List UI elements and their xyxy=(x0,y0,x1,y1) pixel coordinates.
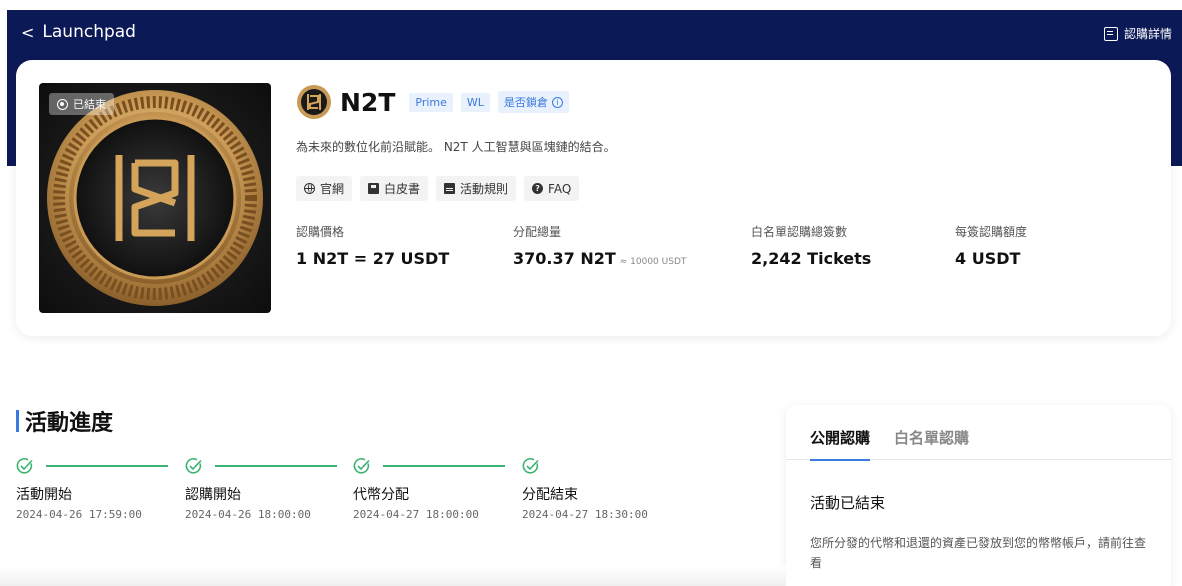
step-label: 認購開始 xyxy=(185,487,241,503)
check-circle-icon xyxy=(522,458,539,474)
token-header: N2T Prime WL 是否鎖倉 i xyxy=(296,84,569,120)
faq-link[interactable]: ? FAQ xyxy=(524,176,580,201)
step-time: 2024-04-26 17:59:00 xyxy=(16,508,142,521)
check-circle-icon xyxy=(16,458,33,474)
stat-label: 認購價格 xyxy=(296,225,345,239)
whitepaper-icon xyxy=(368,183,380,194)
token-name: N2T xyxy=(340,87,396,117)
back-button[interactable]: < Launchpad xyxy=(21,22,136,42)
project-links: 官網 白皮書 活動規則 ? FAQ xyxy=(296,176,580,201)
step-label: 代幣分配 xyxy=(353,487,409,503)
stat-value: 1 N2T = 27 USDT xyxy=(296,249,450,268)
link-label: 活動規則 xyxy=(460,182,509,196)
rules-link[interactable]: 活動規則 xyxy=(436,176,517,201)
stat-total-allocation: 分配總量 370.37 N2T ≈ 10000 USDT xyxy=(513,223,686,268)
document-icon xyxy=(1103,26,1118,41)
whitepaper-link[interactable]: 白皮書 xyxy=(360,176,429,201)
chevron-left-icon: < xyxy=(21,22,35,42)
tag-wl: WL xyxy=(460,92,490,112)
step-time: 2024-04-27 18:00:00 xyxy=(353,508,479,521)
timeline-connector xyxy=(215,465,337,467)
tab-public-subscription[interactable]: 公開認購 xyxy=(810,427,871,461)
step-time: 2024-04-27 18:30:00 xyxy=(522,508,648,521)
official-site-link[interactable]: 官網 xyxy=(296,176,353,201)
stat-label: 分配總量 xyxy=(513,225,562,239)
progress-section-title: 活動進度 xyxy=(16,405,113,437)
bottom-fade xyxy=(0,566,786,586)
token-logo-icon xyxy=(297,85,331,119)
globe-icon xyxy=(304,183,315,194)
lock-tag[interactable]: 是否鎖倉 i xyxy=(497,91,569,113)
check-circle-icon xyxy=(185,458,202,474)
timeline-step: 活動開始 2024-04-26 17:59:00 xyxy=(16,456,186,521)
subscription-tabs: 公開認購 白名單認購 xyxy=(786,405,1171,461)
step-label: 活動開始 xyxy=(16,487,72,503)
stat-value: 2,242 Tickets xyxy=(751,249,872,268)
stat-value: 370.37 N2T ≈ 10000 USDT xyxy=(513,249,686,268)
stat-per-ticket-amount: 每簽認購額度 4 USDT xyxy=(955,223,1027,268)
tag-prime: Prime xyxy=(409,92,453,112)
status-badge: 已結束 xyxy=(49,93,114,115)
faq-icon: ? xyxy=(532,183,544,194)
stat-label: 白名單認購總簽數 xyxy=(751,225,848,239)
details-label: 認購詳情 xyxy=(1123,27,1172,41)
progress-title: 活動進度 xyxy=(25,411,114,436)
timeline-step: 代幣分配 2024-04-27 18:00:00 xyxy=(353,456,523,521)
project-description: 為未來的數位化前沿賦能。 N2T 人工智慧與區塊鏈的結合。 xyxy=(296,140,616,154)
project-card: 已結束 N2T Prime WL 是否鎖倉 i 為未來的數位化前沿賦能。 N2T… xyxy=(16,60,1171,336)
timeline-connector xyxy=(383,465,505,467)
timeline-step: 認購開始 2024-04-26 18:00:00 xyxy=(185,456,355,521)
subscription-details-link[interactable]: 認購詳情 xyxy=(1103,25,1172,42)
subscription-status: 活動已結束 xyxy=(810,494,886,512)
timeline-connector xyxy=(46,465,168,467)
title-accent-bar xyxy=(16,410,19,432)
link-label: FAQ xyxy=(548,181,572,196)
link-label: 白皮書 xyxy=(384,182,421,196)
stat-value-main: 370.37 N2T xyxy=(513,249,616,268)
info-icon: i xyxy=(551,96,563,108)
check-circle-icon xyxy=(353,458,370,474)
record-icon xyxy=(57,98,68,110)
stat-whitelist-tickets: 白名單認購總簽數 2,242 Tickets xyxy=(751,223,871,268)
project-image: 已結束 xyxy=(39,83,271,313)
step-time: 2024-04-26 18:00:00 xyxy=(185,508,311,521)
stat-price: 認購價格 1 N2T = 27 USDT xyxy=(296,223,449,268)
launchpad-page: < Launchpad 認購詳情 已結束 N2T Prime WL 是否鎖倉 i… xyxy=(0,0,1182,586)
stat-value-sub: ≈ 10000 USDT xyxy=(619,257,687,267)
step-label: 分配結束 xyxy=(522,487,578,503)
document-icon xyxy=(444,183,456,194)
subscription-note: 您所分發的代幣和退還的資產已發放到您的幣幣帳戶，請前往查看 xyxy=(810,536,1147,570)
lock-tag-label: 是否鎖倉 xyxy=(503,96,548,109)
stat-label: 每簽認購額度 xyxy=(955,225,1028,239)
status-badge-label: 已結束 xyxy=(73,98,106,111)
coin-emblem-icon xyxy=(47,90,263,306)
link-label: 官網 xyxy=(320,182,345,196)
stat-value: 4 USDT xyxy=(955,249,1021,268)
tab-whitelist-subscription[interactable]: 白名單認購 xyxy=(894,427,969,459)
subscription-card: 公開認購 白名單認購 活動已結束 您所分發的代幣和退還的資產已發放到您的幣幣帳戶… xyxy=(786,405,1171,586)
timeline-step: 分配結束 2024-04-27 18:30:00 xyxy=(522,456,692,521)
back-label: Launchpad xyxy=(42,22,136,42)
